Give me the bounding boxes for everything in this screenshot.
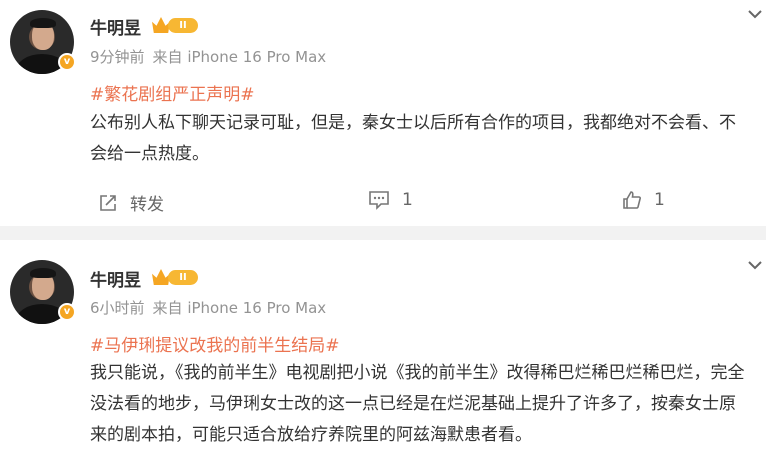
username[interactable]: 牛明昱	[90, 266, 141, 291]
like-count: 1	[654, 190, 665, 210]
repost-label: 转发	[130, 195, 164, 215]
post-separator	[0, 226, 766, 240]
post-time[interactable]: 6小时前	[90, 299, 145, 317]
chevron-down-icon[interactable]	[746, 5, 764, 23]
post-content: 公布别人私下聊天记录可耻，但是，秦女士以后所有合作的项目，我都绝对不会看、不会给…	[90, 113, 736, 164]
comment-icon	[369, 191, 389, 210]
weibo-post: v 牛明昱 II 9分钟前 来自 iPhone 16 Pro Max #繁花剧组严…	[0, 0, 766, 226]
like-button[interactable]: 1	[622, 190, 665, 210]
post-time[interactable]: 9分钟前	[90, 48, 145, 66]
post-meta: 6小时前 来自 iPhone 16 Pro Max	[90, 297, 334, 318]
post-meta: 9分钟前 来自 iPhone 16 Pro Max	[90, 46, 334, 67]
verified-v-icon: v	[58, 303, 76, 321]
weibo-post: v 牛明昱 II 6小时前 来自 iPhone 16 Pro Max #马伊琍提议…	[0, 240, 766, 450]
post-content: 我只能说，《我的前半生》电视剧把小说《我的前半生》改得稀巴烂稀巴烂稀巴烂，完全没…	[90, 363, 745, 445]
repost-icon	[100, 194, 116, 211]
member-level-badge[interactable]: II	[152, 15, 198, 35]
action-bar: 转发 1 1	[0, 187, 766, 215]
post-source: 来自 iPhone 16 Pro Max	[152, 48, 327, 66]
topic-hashtag[interactable]: #马伊琍提议改我的前半生结局#	[90, 331, 340, 356]
comment-count: 1	[402, 190, 413, 210]
post-source: 来自 iPhone 16 Pro Max	[152, 299, 327, 317]
comment-button[interactable]: 1	[368, 190, 413, 210]
member-level-badge[interactable]: II	[152, 267, 198, 287]
username[interactable]: 牛明昱	[90, 14, 141, 39]
repost-button[interactable]: 转发	[98, 190, 164, 215]
chevron-down-icon[interactable]	[746, 256, 764, 274]
topic-hashtag[interactable]: #繁花剧组严正声明#	[90, 80, 255, 105]
verified-v-icon: v	[58, 53, 76, 71]
thumbs-up-icon	[623, 191, 641, 209]
